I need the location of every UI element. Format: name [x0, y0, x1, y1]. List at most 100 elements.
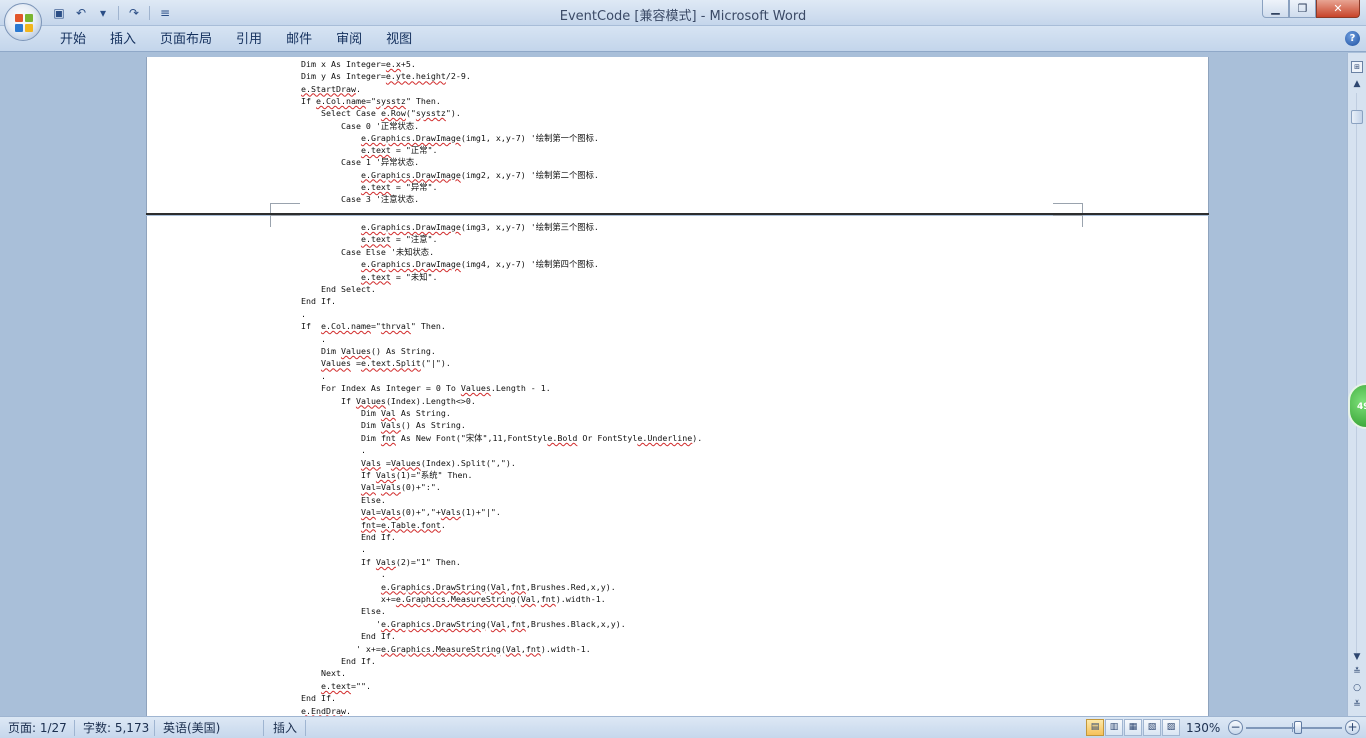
- select-browse-object-icon[interactable]: ○: [1350, 681, 1364, 695]
- code-line: If Vals(1)="系统" Then.: [301, 470, 473, 480]
- code-line: .: [301, 333, 326, 344]
- document-page-2[interactable]: e.Graphics.DrawImage(img3, x,y-7) '绘制第三个…: [146, 215, 1209, 716]
- view-mode-button[interactable]: ▦: [1124, 719, 1142, 736]
- minimize-icon: ▁: [1271, 2, 1280, 15]
- ribbon-tab[interactable]: 审阅: [324, 30, 374, 50]
- code-line: e.StartDraw.: [301, 83, 361, 94]
- view-mode-button[interactable]: ▨: [1162, 719, 1180, 736]
- code-line: End If.: [301, 296, 336, 307]
- scroll-up-icon[interactable]: ▲: [1350, 77, 1364, 91]
- code-line: Val=Vals(0)+":".: [360, 482, 441, 493]
- scroll-thumb[interactable]: [1351, 110, 1363, 124]
- close-button[interactable]: ✕: [1316, 0, 1360, 18]
- status-divider: [154, 720, 155, 736]
- code-line: Dim y As Integer=e.yte.height/2-9.: [301, 71, 471, 82]
- maximize-button[interactable]: ❐: [1289, 0, 1316, 18]
- ribbon-tab[interactable]: 引用: [224, 30, 274, 50]
- window-title: EventCode [兼容模式] - Microsoft Word: [559, 9, 807, 24]
- status-divider: [305, 720, 306, 736]
- ribbon-tab[interactable]: 页面布局: [148, 30, 224, 50]
- code-line: If Vals(2)="1" Then.: [301, 556, 461, 567]
- page-corner-mark: [1053, 215, 1083, 227]
- status-divider: [263, 720, 264, 736]
- code-line: fnt=e.Table.font.: [360, 519, 446, 530]
- code-line: .: [301, 370, 326, 381]
- ribbon-tab[interactable]: 开始: [48, 30, 98, 50]
- ribbon-tab[interactable]: 视图: [374, 30, 424, 50]
- zoom-slider-center-mark: [1292, 723, 1293, 732]
- code-line: e.Graphics.DrawImage(img4, x,y-7) '绘制第四个…: [360, 259, 599, 270]
- title-bar: ▣ ↶ ▾ ↷ ≡ EventCode [兼容模式] - Microsoft Word …: [0, 0, 1366, 26]
- code-line: End If.: [301, 656, 376, 666]
- scroll-track[interactable]: [1356, 93, 1357, 653]
- code-line: e.Graphics.DrawImage(img3, x,y-7) '绘制第三个…: [360, 222, 599, 232]
- zoom-out-button[interactable]: −: [1228, 720, 1243, 735]
- code-line: Next.: [301, 668, 346, 679]
- code-line: If e.Col.name="thrval" Then.: [301, 321, 446, 332]
- code-line: Dim x As Integer=e.x+5.: [301, 59, 416, 69]
- zoom-in-button[interactable]: +: [1345, 720, 1360, 735]
- code-line: e.text = "异常".: [360, 182, 438, 192]
- code-line: .: [301, 445, 366, 456]
- ribbon-tab[interactable]: 邮件: [274, 30, 324, 50]
- code-line: End If.: [301, 693, 336, 704]
- view-mode-button[interactable]: ▧: [1143, 719, 1161, 736]
- zoom-level[interactable]: 130%: [1186, 720, 1220, 736]
- code-line: Dim Val As String.: [301, 408, 451, 418]
- word-count[interactable]: 字数: 5,173: [83, 720, 149, 736]
- insert-mode-indicator[interactable]: 插入: [273, 720, 297, 736]
- code-line: Case 3 '注意状态.: [301, 194, 420, 205]
- page-indicator[interactable]: 页面: 1/27: [8, 720, 67, 736]
- page-break-line: [146, 213, 1209, 215]
- code-line: ' x+=e.Graphics.MeasureString(Val,fnt).w…: [301, 643, 591, 654]
- code-line: 'e.Graphics.DrawString(Val,fnt,Brushes.B…: [301, 618, 626, 629]
- zoom-slider-thumb[interactable]: [1293, 721, 1302, 734]
- code-line: Dim fnt As New Font("宋体",11,FontStyle.Bo…: [301, 432, 703, 443]
- code-line: x+=e.Graphics.MeasureString(Val,fnt).wid…: [301, 594, 606, 604]
- code-line: Case Else '未知状态.: [301, 246, 435, 257]
- code-line: Else.: [301, 494, 386, 505]
- page-corner-mark: [270, 215, 300, 227]
- language-indicator[interactable]: 英语(美国): [163, 720, 220, 736]
- code-line: Case 1 '异常状态.: [301, 157, 420, 168]
- code-line: Val=Vals(0)+","+Vals(1)+"|".: [360, 507, 501, 518]
- ribbon: 开始 插入 页面布局 引用 邮件 审阅 视图 ?: [0, 26, 1366, 52]
- code-line: e.Graphics.DrawImage(img2, x,y-7) '绘制第二个…: [360, 169, 599, 180]
- document-area[interactable]: Dim x As Integer=e.x+5. Dim y As Integer=…: [0, 53, 1347, 716]
- code-line: Values =e.text.Split("|").: [320, 358, 451, 369]
- next-page-icon[interactable]: ≚: [1350, 698, 1364, 712]
- help-button[interactable]: ?: [1345, 31, 1360, 46]
- view-ruler-icon[interactable]: ⊞: [1351, 61, 1363, 73]
- code-line: Dim Values() As String.: [301, 346, 436, 356]
- view-buttons: ▤ ▥ ▦ ▧ ▨: [1086, 719, 1180, 736]
- code-line: If e.Col.name="sysstz" Then.: [301, 95, 441, 106]
- help-icon: ?: [1349, 33, 1356, 44]
- code-line: Dim Vals() As String.: [301, 420, 466, 431]
- code-line: End If.: [301, 631, 396, 642]
- office-button[interactable]: [4, 3, 42, 41]
- document-page-1[interactable]: Dim x As Integer=e.x+5. Dim y As Integer=…: [146, 57, 1209, 215]
- status-bar: 页面: 1/27 字数: 5,173 英语(美国) 插入 ▤ ▥ ▦ ▧ ▨ 130% …: [0, 716, 1366, 738]
- code-line: Case 0 '正常状态.: [301, 120, 420, 131]
- ribbon-tabs: 开始 插入 页面布局 引用 邮件 审阅 视图: [48, 30, 424, 50]
- previous-page-icon[interactable]: ≛: [1350, 665, 1364, 679]
- scroll-down-icon[interactable]: ▼: [1350, 650, 1364, 664]
- ribbon-tab[interactable]: 插入: [98, 30, 148, 50]
- close-icon: ✕: [1333, 2, 1343, 15]
- code-line: e.text = "注意".: [360, 234, 438, 245]
- code-line: e.text="".: [320, 680, 371, 691]
- view-mode-button[interactable]: ▥: [1105, 719, 1123, 736]
- code-line: For Index As Integer = 0 To Values.Lengt…: [301, 383, 551, 394]
- minimize-button[interactable]: ▁: [1262, 0, 1289, 18]
- view-mode-button[interactable]: ▤: [1086, 719, 1104, 736]
- code-line: e.text = "未知".: [360, 271, 438, 282]
- code-line: If Values(Index).Length<>0.: [301, 395, 476, 406]
- code-line: .: [301, 308, 306, 319]
- code-line: e.text = "正常".: [360, 145, 438, 156]
- code-line: Select Case e.Row("sysstz").: [301, 108, 461, 119]
- code-line: End Select.: [301, 284, 376, 294]
- code-line: .: [301, 569, 386, 580]
- code-line: Vals =Values(Index).Split(",").: [360, 457, 516, 468]
- code-line: e.Graphics.DrawString(Val,fnt,Brushes.Re…: [380, 581, 616, 592]
- maximize-icon: ❐: [1297, 2, 1308, 15]
